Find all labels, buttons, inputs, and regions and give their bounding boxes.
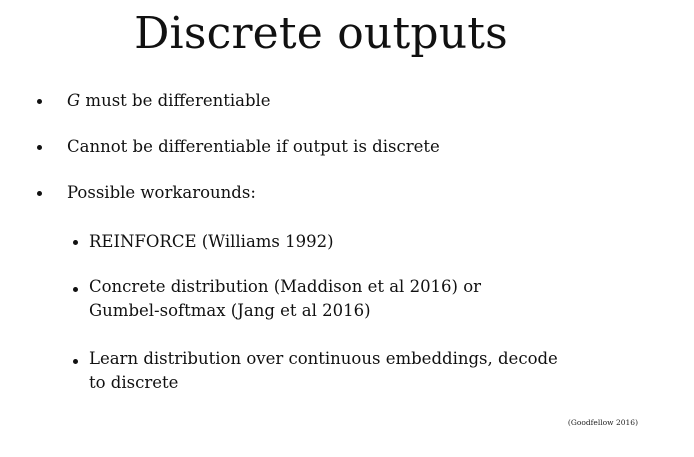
bullet-marker <box>37 145 42 150</box>
bullet-discrete-output: Cannot be differentiable if output is di… <box>67 137 440 156</box>
bullet-g-differentiable: G must be differentiable <box>67 89 271 113</box>
slide: Discrete outputs G must be differentiabl… <box>0 0 694 457</box>
sub-bullet-marker <box>73 287 78 292</box>
sub-bullet-continuous-embeddings: Learn distribution over continuous embed… <box>89 349 558 392</box>
slide-title: Discrete outputs <box>134 8 508 59</box>
bullet-marker <box>37 99 42 104</box>
sub-bullet-marker <box>73 240 78 245</box>
variable-g: G <box>67 91 81 110</box>
bullet-text: must be differentiable <box>80 91 271 110</box>
sub-bullet-marker <box>73 359 78 364</box>
sub-bullet-reinforce: REINFORCE (Williams 1992) <box>89 232 334 251</box>
sub-bullet-concrete-distribution: Concrete distribution (Maddison et al 20… <box>89 277 482 320</box>
citation: (Goodfellow 2016) <box>567 418 638 427</box>
bullet-marker <box>37 191 42 196</box>
bullet-workarounds: Possible workarounds: <box>67 183 256 202</box>
